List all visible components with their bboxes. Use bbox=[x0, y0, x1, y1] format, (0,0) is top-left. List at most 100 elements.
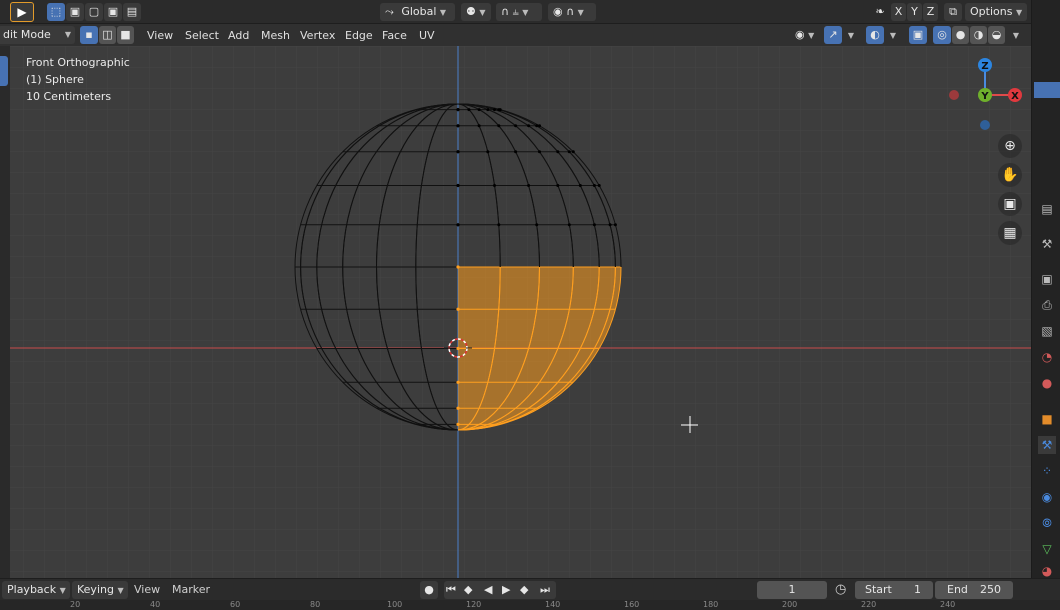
select-tool-button[interactable]: ▶ bbox=[10, 2, 34, 22]
data-tab-icon[interactable]: ▽ bbox=[1038, 540, 1056, 558]
overlays-toggle-button[interactable]: ◐ bbox=[866, 26, 884, 44]
sidebar-tab-indicator[interactable] bbox=[1034, 82, 1060, 98]
3d-viewport[interactable]: Front Orthographic (1) Sphere 10 Centime… bbox=[10, 46, 1032, 578]
face-select-button[interactable]: ■ bbox=[117, 26, 134, 44]
mesh-vertex[interactable] bbox=[535, 223, 539, 227]
play-reverse-icon[interactable]: ◀ bbox=[484, 581, 492, 599]
mesh-vertex[interactable] bbox=[477, 124, 481, 128]
snap-dropdown[interactable]: ∩ ⫨ ▼ bbox=[496, 3, 542, 21]
mirror-toggle-button[interactable]: ❧ bbox=[870, 3, 890, 21]
mesh-vertex[interactable] bbox=[527, 184, 531, 187]
ortho-toggle-button[interactable]: ▦ bbox=[998, 221, 1022, 245]
menu-select[interactable]: Select bbox=[185, 27, 219, 45]
select-mode-extend-button[interactable]: ▣ bbox=[66, 3, 84, 21]
gizmo-neg-x-axis[interactable] bbox=[949, 90, 959, 100]
gizmo-dropdown[interactable]: ▼ bbox=[843, 26, 859, 44]
jump-end-icon[interactable]: ⏭ bbox=[540, 581, 550, 599]
start-frame-field[interactable]: Start 1 bbox=[855, 581, 933, 599]
mode-dropdown[interactable]: dit Mode ▼ bbox=[0, 26, 75, 44]
output-tab-icon[interactable]: ⎙ bbox=[1038, 296, 1056, 314]
select-mode-intersect-button[interactable]: ▤ bbox=[123, 3, 141, 21]
modifier-tab-icon[interactable]: ⚒ bbox=[1038, 436, 1056, 454]
mesh-vertex[interactable] bbox=[486, 108, 490, 112]
mesh-vertex[interactable] bbox=[456, 265, 460, 269]
vertex-select-button[interactable]: ▪ bbox=[80, 26, 98, 44]
mesh-vertex[interactable] bbox=[538, 150, 541, 154]
physics-tab-icon[interactable]: ◉ bbox=[1038, 488, 1056, 506]
mesh-vertex[interactable] bbox=[486, 150, 490, 154]
world-tab-icon[interactable]: ● bbox=[1038, 374, 1056, 392]
mesh-vertex[interactable] bbox=[613, 223, 617, 227]
mesh-vertex[interactable] bbox=[456, 307, 460, 311]
mesh-vertex[interactable] bbox=[592, 184, 596, 187]
shading-material-button[interactable]: ◑ bbox=[970, 26, 987, 44]
mesh-vertex[interactable] bbox=[556, 150, 560, 154]
menu-mesh[interactable]: Mesh bbox=[261, 27, 290, 45]
menu-view[interactable]: View bbox=[147, 27, 173, 45]
auto-keying-button[interactable]: ● bbox=[420, 581, 438, 599]
end-frame-field[interactable]: End 250 bbox=[935, 581, 1013, 599]
mesh-vertex[interactable] bbox=[527, 124, 531, 128]
playback-dropdown[interactable]: Playback ▼ bbox=[2, 581, 70, 599]
mesh-vertex[interactable] bbox=[538, 124, 541, 128]
visibility-dropdown[interactable]: ◉ ▼ bbox=[790, 26, 820, 44]
mesh-vertex[interactable] bbox=[467, 108, 471, 112]
overlays-dropdown[interactable]: ▼ bbox=[885, 26, 901, 44]
mesh-vertex[interactable] bbox=[514, 124, 518, 128]
stopwatch-icon[interactable]: ◷ bbox=[835, 581, 846, 599]
particles-tab-icon[interactable]: ⁘ bbox=[1038, 462, 1056, 480]
menu-vertex[interactable]: Vertex bbox=[300, 27, 335, 45]
gizmo-neg-z-axis[interactable] bbox=[980, 120, 990, 130]
mesh-vertex[interactable] bbox=[456, 124, 460, 128]
mesh-vertex[interactable] bbox=[456, 223, 460, 227]
transform-orientation-dropdown[interactable]: ⤳ Global ▼ bbox=[380, 3, 455, 21]
menu-uv[interactable]: UV bbox=[419, 27, 435, 45]
navigation-gizmo[interactable]: Z X Y bbox=[940, 50, 1030, 140]
mesh-vertex[interactable] bbox=[498, 108, 502, 112]
menu-add[interactable]: Add bbox=[228, 27, 249, 45]
tool-settings-icon[interactable]: ⚒ bbox=[1038, 235, 1056, 253]
current-frame-field[interactable]: 1 bbox=[757, 581, 827, 599]
mesh-vertex[interactable] bbox=[567, 150, 571, 154]
timeline-menu-marker[interactable]: Marker bbox=[172, 581, 210, 599]
options-dropdown[interactable]: Options ▼ bbox=[965, 3, 1027, 21]
tool-tab-icon[interactable]: ▤ bbox=[1038, 200, 1056, 218]
mirror-z-button[interactable]: Z bbox=[923, 3, 938, 21]
mesh-vertex[interactable] bbox=[456, 380, 460, 384]
viewport-canvas[interactable] bbox=[10, 46, 1032, 578]
mesh-vertex[interactable] bbox=[456, 150, 460, 154]
mesh-vertex[interactable] bbox=[456, 422, 460, 426]
timeline-menu-view[interactable]: View bbox=[134, 581, 160, 599]
active-tool-indicator[interactable] bbox=[0, 56, 8, 86]
keying-dropdown[interactable]: Keying ▼ bbox=[72, 581, 128, 599]
mesh-vertex[interactable] bbox=[597, 184, 601, 187]
mesh-vertex[interactable] bbox=[497, 223, 501, 227]
shading-wireframe-button[interactable]: ◎ bbox=[933, 26, 951, 44]
scene-tab-icon[interactable]: ◔ bbox=[1038, 348, 1056, 366]
select-mode-subtract-button[interactable]: ▢ bbox=[85, 3, 103, 21]
mesh-vertex[interactable] bbox=[514, 150, 518, 154]
view-layer-tab-icon[interactable]: ▧ bbox=[1038, 322, 1056, 340]
play-icon[interactable]: ▶ bbox=[502, 581, 510, 599]
select-mode-new-button[interactable]: ⬚ bbox=[47, 3, 65, 21]
mirror-x-button[interactable]: X bbox=[891, 3, 906, 21]
prev-keyframe-icon[interactable]: ◆ bbox=[464, 581, 472, 599]
mesh-vertex[interactable] bbox=[477, 108, 481, 112]
mesh-vertex[interactable] bbox=[567, 223, 571, 227]
pivot-point-dropdown[interactable]: ⚉ ▼ bbox=[461, 3, 491, 21]
xray-toggle-button[interactable]: ▣ bbox=[909, 26, 927, 44]
mesh-vertex[interactable] bbox=[571, 150, 575, 154]
shading-solid-button[interactable]: ● bbox=[952, 26, 969, 44]
menu-edge[interactable]: Edge bbox=[345, 27, 373, 45]
mesh-vertex[interactable] bbox=[556, 184, 560, 187]
camera-view-button[interactable]: ▣ bbox=[998, 192, 1022, 216]
pan-button[interactable]: ✋ bbox=[998, 163, 1022, 187]
select-mode-invert-button[interactable]: ▣ bbox=[104, 3, 122, 21]
zoom-button[interactable]: ⊕ bbox=[998, 134, 1022, 158]
menu-face[interactable]: Face bbox=[382, 27, 407, 45]
mesh-vertex[interactable] bbox=[456, 346, 460, 351]
shading-dropdown[interactable]: ▼ bbox=[1007, 26, 1025, 44]
mesh-vertex[interactable] bbox=[535, 124, 539, 128]
edge-select-button[interactable]: ◫ bbox=[99, 26, 116, 44]
render-tab-icon[interactable]: ▣ bbox=[1038, 270, 1056, 288]
